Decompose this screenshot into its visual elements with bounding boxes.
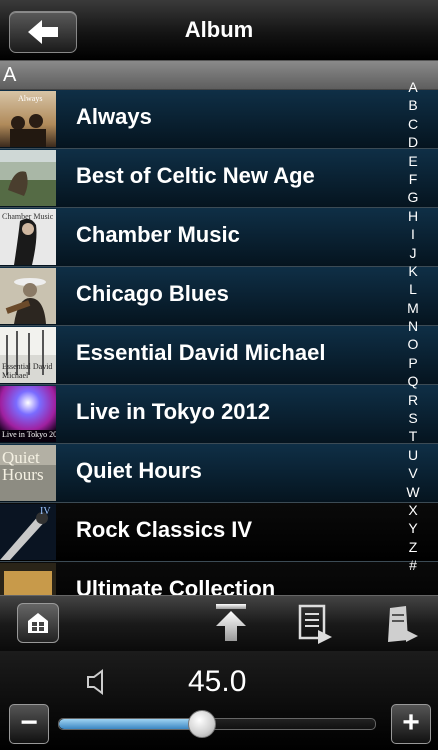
album-cover: Quiet Hours <box>0 445 56 501</box>
album-cover-text: Quiet Hours <box>2 448 44 484</box>
album-row-always[interactable]: Always Always <box>0 90 438 149</box>
album-title: Chamber Music <box>76 222 240 247</box>
album-row-ultimate-collection[interactable]: Ultimate Collection <box>0 562 438 595</box>
album-cover-text: IV <box>40 506 51 517</box>
index-letter[interactable]: L <box>400 280 426 298</box>
album-cover <box>0 563 56 595</box>
album-row-chicago-blues[interactable]: Chicago Blues <box>0 267 438 326</box>
index-letter[interactable]: Y <box>400 519 426 537</box>
index-letter[interactable]: J <box>400 244 426 262</box>
index-letter[interactable]: K <box>400 262 426 280</box>
album-title: Live in Tokyo 2012 <box>76 399 271 424</box>
album-title: Chicago Blues <box>76 281 229 306</box>
album-row-live-in-tokyo-2012[interactable]: Live in Tokyo 2012 Live in Tokyo 2012 <box>0 385 438 444</box>
home-button[interactable] <box>17 603 59 643</box>
album-cover: Chamber Music <box>0 209 56 265</box>
volume-slider[interactable] <box>58 710 376 738</box>
volume-down-button[interactable]: − <box>9 704 49 744</box>
index-letter[interactable]: U <box>400 446 426 464</box>
album-cover <box>0 268 56 324</box>
media-server-button[interactable] <box>384 604 420 649</box>
now-playing-list-button[interactable] <box>298 604 334 649</box>
album-cover-text: Always <box>18 94 43 103</box>
album-cover: Always <box>0 91 56 147</box>
index-letter[interactable]: A <box>400 78 426 96</box>
album-cover-text: Live in Tokyo 2012 <box>2 430 56 439</box>
index-letter[interactable]: Z <box>400 538 426 556</box>
index-letter[interactable]: O <box>400 335 426 353</box>
alphabet-index[interactable]: A B C D E F G H I J K L M N O P Q R S T U V W X Y Z # <box>400 78 426 575</box>
index-letter[interactable]: Q <box>400 372 426 390</box>
volume-up-button[interactable]: + <box>391 704 431 744</box>
index-letter[interactable]: W <box>400 483 426 501</box>
volume-slider-knob[interactable] <box>188 710 217 738</box>
section-letter: A <box>3 64 17 86</box>
bottom-toolbar <box>0 595 438 652</box>
index-letter[interactable]: T <box>400 427 426 445</box>
index-letter[interactable]: B <box>400 96 426 114</box>
album-title: Always <box>76 104 152 129</box>
album-cover: Essential David Michael <box>0 327 56 383</box>
index-letter[interactable]: N <box>400 317 426 335</box>
album-cover: Live in Tokyo 2012 <box>0 386 56 442</box>
album-row-best-of-celtic-new-age[interactable]: Best of Celtic New Age <box>0 149 438 208</box>
album-row-chamber-music[interactable]: Chamber Music Chamber Music <box>0 208 438 267</box>
album-list[interactable]: Always Always Best of Celtic New Age Cha… <box>0 90 438 595</box>
index-letter[interactable]: # <box>400 556 426 574</box>
index-letter[interactable]: F <box>400 170 426 188</box>
volume-value: 45.0 <box>188 665 247 698</box>
album-cover <box>0 150 56 206</box>
now-playing-list-icon <box>298 604 332 644</box>
media-server-icon <box>388 606 418 642</box>
album-cover-text: Chamber Music <box>2 212 54 221</box>
volume-panel: 45.0 − + <box>0 651 438 750</box>
index-letter[interactable]: C <box>400 115 426 133</box>
index-letter[interactable]: E <box>400 152 426 170</box>
index-letter[interactable]: R <box>400 391 426 409</box>
header-bar: Album <box>0 0 438 61</box>
album-title: Quiet Hours <box>76 458 202 483</box>
album-title: Best of Celtic New Age <box>76 163 315 188</box>
album-row-essential-david-michael[interactable]: Essential David Michael Essential David … <box>0 326 438 385</box>
index-letter[interactable]: P <box>400 354 426 372</box>
album-row-rock-classics-iv[interactable]: IV Rock Classics IV <box>0 503 438 562</box>
album-row-quiet-hours[interactable]: Quiet Hours Quiet Hours <box>0 444 438 503</box>
index-letter[interactable]: H <box>400 207 426 225</box>
index-letter[interactable]: D <box>400 133 426 151</box>
index-letter[interactable]: I <box>400 225 426 243</box>
speaker-icon <box>86 669 108 700</box>
scroll-top-icon <box>216 604 246 641</box>
album-title: Essential David Michael <box>76 340 326 365</box>
scroll-top-button[interactable] <box>214 604 248 647</box>
album-cover: IV <box>0 504 56 560</box>
index-letter[interactable]: X <box>400 501 426 519</box>
album-cover-text: Essential David Michael <box>2 362 53 380</box>
album-title: Rock Classics IV <box>76 517 253 542</box>
index-letter[interactable]: V <box>400 464 426 482</box>
index-letter[interactable]: G <box>400 188 426 206</box>
volume-slider-fill <box>59 719 202 729</box>
page-title: Album <box>184 17 254 42</box>
home-icon <box>28 613 48 633</box>
album-title: Ultimate Collection <box>76 576 276 595</box>
section-header: A <box>0 61 438 90</box>
index-letter[interactable]: S <box>400 409 426 427</box>
index-letter[interactable]: M <box>400 299 426 317</box>
